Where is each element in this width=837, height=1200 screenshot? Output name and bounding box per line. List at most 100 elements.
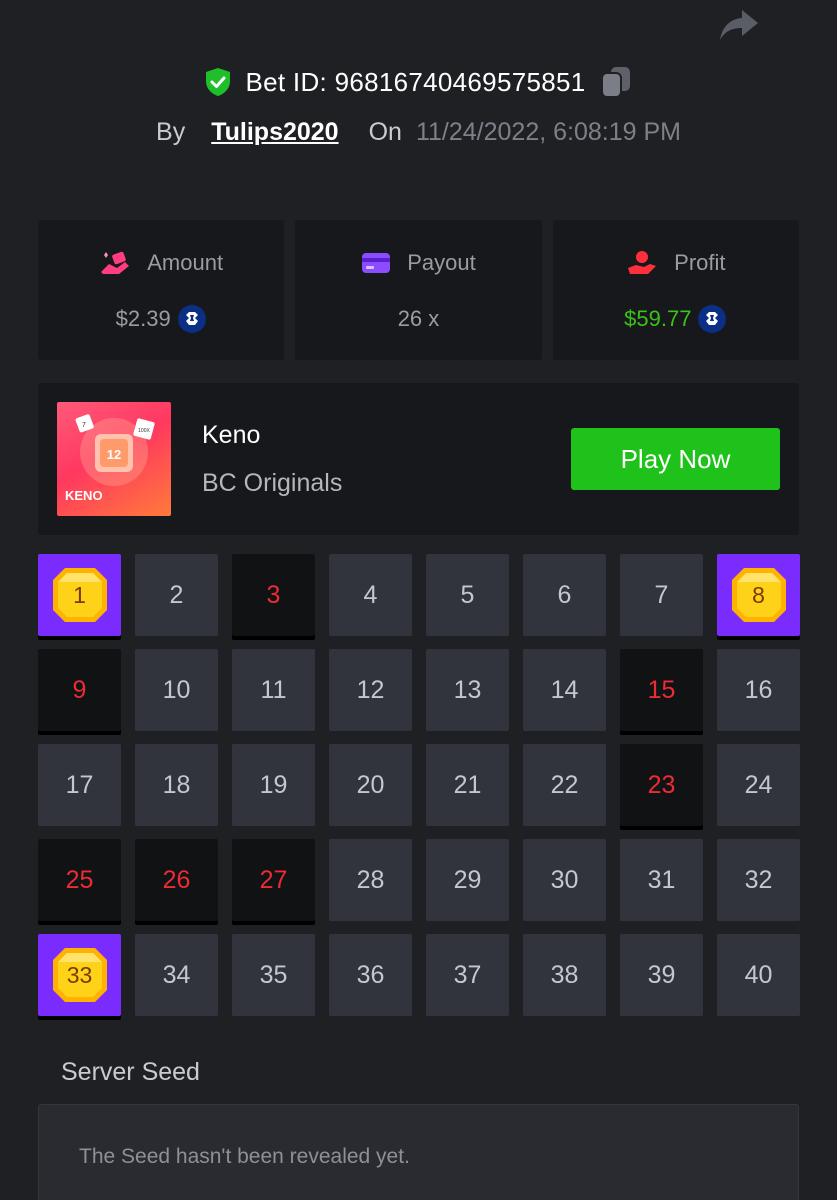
bet-datetime: 11/24/2022, 6:08:19 PM [415,117,681,146]
keno-cell-18[interactable]: 18 [135,744,218,826]
keno-cell-12[interactable]: 12 [329,649,412,731]
keno-cell-13[interactable]: 13 [426,649,509,731]
cell-number: 22 [550,770,579,799]
keno-cell-35[interactable]: 35 [232,934,315,1016]
keno-cell-38[interactable]: 38 [523,934,606,1016]
keno-thumbnail[interactable]: 12 7 100X KENO [57,402,171,516]
cell-number: 32 [744,865,773,894]
gem-icon: 8 [730,566,788,624]
cell-number: 18 [162,770,191,799]
cell-number: 36 [356,960,385,989]
cell-number: 37 [453,960,482,989]
keno-cell-7[interactable]: 7 [620,554,703,636]
play-now-button[interactable]: Play Now [571,428,780,490]
keno-cell-25[interactable]: 25 [38,839,121,921]
server-seed-box: The Seed hasn't been revealed yet. [38,1104,799,1200]
keno-grid: 1 2 3 4 5 6 7 8 9 10 11 12 13 14 15 16 17 18 19 20 21 22 23 24 2… [38,554,800,1016]
cell-number: 2 [169,580,184,609]
keno-cell-36[interactable]: 36 [329,934,412,1016]
profit-value: $59.77 [624,306,692,331]
thumb-number: 12 [107,447,121,462]
cell-number: 14 [550,675,579,704]
keno-cell-8[interactable]: 8 [717,554,800,636]
keno-cell-39[interactable]: 39 [620,934,703,1016]
cell-number: 12 [356,675,385,704]
keno-cell-24[interactable]: 24 [717,744,800,826]
game-name[interactable]: Keno [202,421,260,450]
cell-number: 9 [72,675,87,704]
cell-number: 5 [460,580,475,609]
keno-cell-34[interactable]: 34 [135,934,218,1016]
gem-icon: 1 [51,566,109,624]
thumb-die-right: 100X [138,428,150,434]
cell-number: 4 [363,580,378,609]
keno-cell-10[interactable]: 10 [135,649,218,731]
cell-number: 39 [647,960,676,989]
keno-cell-40[interactable]: 40 [717,934,800,1016]
keno-cell-14[interactable]: 14 [523,649,606,731]
cell-number: 10 [162,675,191,704]
gem-icon: 33 [51,946,109,1004]
cell-number: 26 [162,865,191,894]
cell-number: 31 [647,865,676,894]
cell-number: 29 [453,865,482,894]
keno-cell-37[interactable]: 37 [426,934,509,1016]
game-card: 12 7 100X KENO Keno BC Originals Play No… [38,383,799,535]
profit-label: Profit [674,250,726,275]
keno-cell-28[interactable]: 28 [329,839,412,921]
keno-cell-17[interactable]: 17 [38,744,121,826]
keno-cell-6[interactable]: 6 [523,554,606,636]
keno-cell-22[interactable]: 22 [523,744,606,826]
cell-number: 23 [647,770,676,799]
keno-cell-4[interactable]: 4 [329,554,412,636]
server-seed-message: The Seed hasn't been revealed yet. [79,1145,410,1168]
keno-cell-3[interactable]: 3 [232,554,315,636]
keno-cell-11[interactable]: 11 [232,649,315,731]
cell-number: 21 [453,770,482,799]
cell-number: 1 [73,581,86,608]
game-provider: BC Originals [202,469,343,497]
keno-cell-30[interactable]: 30 [523,839,606,921]
amount-value: $2.39 [115,306,171,331]
payout-card: Payout 26 x [295,220,542,360]
cell-number: 20 [356,770,385,799]
shield-check-icon [206,68,231,96]
cell-number: 17 [65,770,94,799]
cell-number: 3 [266,580,281,609]
cell-number: 24 [744,770,773,799]
server-seed-label: Server Seed [61,1058,200,1086]
share-button[interactable] [716,6,762,46]
share-arrow-icon [720,10,758,40]
keno-cell-16[interactable]: 16 [717,649,800,731]
cell-number: 25 [65,865,94,894]
keno-cell-2[interactable]: 2 [135,554,218,636]
keno-cell-9[interactable]: 9 [38,649,121,731]
on-label: On [368,117,402,146]
cell-number: 13 [453,675,482,704]
keno-cell-1[interactable]: 1 [38,554,121,636]
keno-cell-29[interactable]: 29 [426,839,509,921]
cell-number: 35 [259,960,288,989]
keno-cell-31[interactable]: 31 [620,839,703,921]
username-link[interactable]: Tulips2020 [211,118,338,147]
keno-cell-32[interactable]: 32 [717,839,800,921]
cell-number: 33 [66,961,93,988]
keno-cell-5[interactable]: 5 [426,554,509,636]
bet-author-row: By Tulips2020 On 11/24/2022, 6:08:19 PM [0,112,837,152]
cell-number: 7 [654,580,669,609]
payout-value: 26 x [397,306,440,331]
keno-cell-20[interactable]: 20 [329,744,412,826]
keno-cell-19[interactable]: 19 [232,744,315,826]
bet-id: Bet ID: 96816740469575851 [245,66,586,97]
cell-number: 15 [647,675,676,704]
cell-number: 19 [259,770,288,799]
keno-cell-23[interactable]: 23 [620,744,703,826]
crypto-coin-icon [698,305,727,333]
keno-cell-21[interactable]: 21 [426,744,509,826]
bet-stats: Amount $2.39 Payout 26 x Profit $59.77 [38,220,799,360]
keno-cell-15[interactable]: 15 [620,649,703,731]
keno-cell-27[interactable]: 27 [232,839,315,921]
copy-button[interactable] [600,65,632,99]
keno-cell-26[interactable]: 26 [135,839,218,921]
keno-cell-33[interactable]: 33 [38,934,121,1016]
